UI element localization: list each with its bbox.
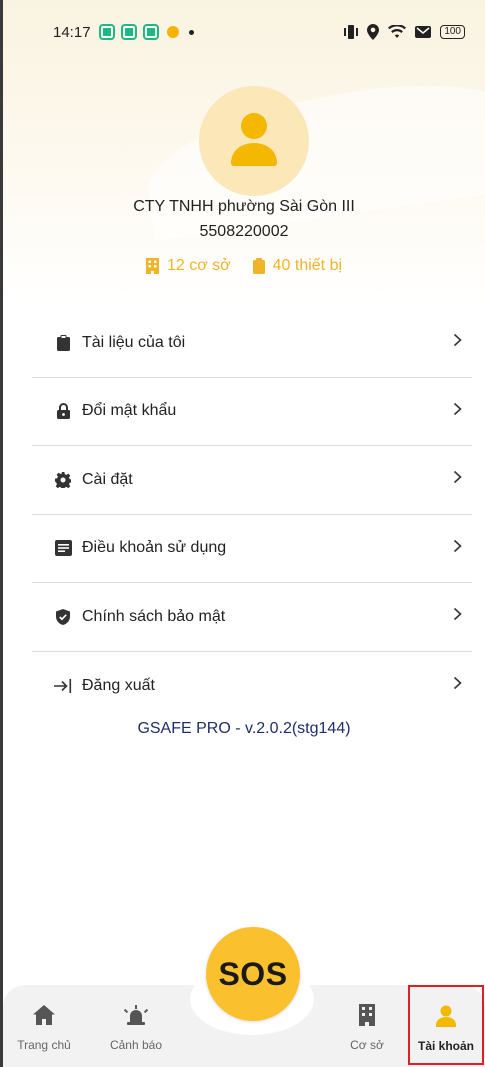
battery-indicator: 100	[440, 25, 465, 39]
home-icon	[33, 1005, 55, 1025]
nav-alerts[interactable]: Cảnh báo	[100, 1000, 172, 1064]
status-bar: 14:17 100	[3, 0, 485, 64]
notification-app-icon	[120, 24, 137, 40]
chevron-right-icon	[453, 677, 462, 690]
menu-item-logout[interactable]: Đăng xuất	[32, 652, 472, 721]
profile-stats: 12 cơ sở 40 thiết bị	[3, 257, 485, 275]
nav-facilities[interactable]: Cơ sở	[334, 1000, 400, 1064]
document-icon	[54, 540, 72, 557]
lock-icon	[56, 403, 70, 420]
nav-alerts-label: Cảnh báo	[109, 1038, 163, 1052]
facilities-count: 12 cơ sở	[166, 257, 231, 274]
shield-icon	[56, 608, 70, 625]
logout-icon	[54, 678, 72, 693]
notification-app-icon	[142, 24, 159, 40]
chevron-right-icon	[453, 402, 462, 415]
gear-icon	[55, 471, 71, 488]
user-icon	[231, 113, 277, 166]
menu-item-privacy-policy[interactable]: Chính sách bảo mật	[32, 583, 472, 652]
account-menu: Tài liệu của tôi Đổi mật khẩu Cài đặt Đi…	[32, 309, 472, 720]
company-name: CTY TNHH phường Sài Gòn III	[133, 198, 355, 215]
user-icon	[436, 1005, 456, 1027]
siren-icon	[123, 1005, 149, 1025]
location-icon	[367, 24, 380, 40]
building-icon	[359, 1004, 375, 1026]
status-time: 14:17	[53, 23, 91, 41]
facilities-stat: 12 cơ sở	[145, 257, 231, 275]
wifi-icon	[388, 25, 407, 38]
nav-account-label: Tài khoản	[417, 1039, 474, 1053]
menu-item-terms-of-use[interactable]: Điều khoản sử dụng	[32, 515, 472, 583]
nav-home[interactable]: Trang chủ	[8, 1000, 80, 1064]
chevron-right-icon	[453, 539, 462, 552]
menu-item-label: Đổi mật khẩu	[82, 402, 177, 420]
menu-item-label: Tài liệu của tôi	[82, 333, 186, 351]
menu-item-change-password[interactable]: Đổi mật khẩu	[32, 378, 472, 446]
building-icon	[145, 258, 159, 274]
menu-item-label: Chính sách bảo mật	[82, 607, 226, 625]
notification-app-icon	[98, 24, 115, 40]
more-notifications-icon	[188, 29, 194, 35]
nav-account[interactable]: Tài khoản	[408, 985, 484, 1065]
message-icon	[415, 26, 432, 38]
vibrate-icon	[344, 25, 359, 39]
tax-code: 5508220002	[199, 223, 289, 240]
nav-home-label: Trang chủ	[17, 1038, 71, 1052]
clipboard-icon	[56, 334, 70, 351]
devices-count: 40 thiết bị	[272, 257, 343, 274]
device-icon	[252, 258, 265, 274]
nav-facilities-label: Cơ sở	[350, 1038, 384, 1052]
chevron-right-icon	[453, 334, 462, 347]
menu-item-label: Điều khoản sử dụng	[82, 539, 227, 557]
devices-stat: 40 thiết bị	[252, 257, 343, 275]
notification-app-icon	[166, 26, 179, 38]
chevron-right-icon	[453, 608, 462, 621]
avatar[interactable]	[199, 86, 309, 196]
menu-item-label: Đăng xuất	[82, 676, 155, 694]
sos-button[interactable]: SOS	[206, 927, 300, 1021]
menu-item-label: Cài đặt	[82, 470, 133, 488]
chevron-right-icon	[453, 471, 462, 484]
app-version: GSAFE PRO - v.2.0.2(stg144)	[137, 720, 351, 737]
menu-item-settings[interactable]: Cài đặt	[32, 446, 472, 515]
menu-item-my-documents[interactable]: Tài liệu của tôi	[32, 309, 472, 378]
